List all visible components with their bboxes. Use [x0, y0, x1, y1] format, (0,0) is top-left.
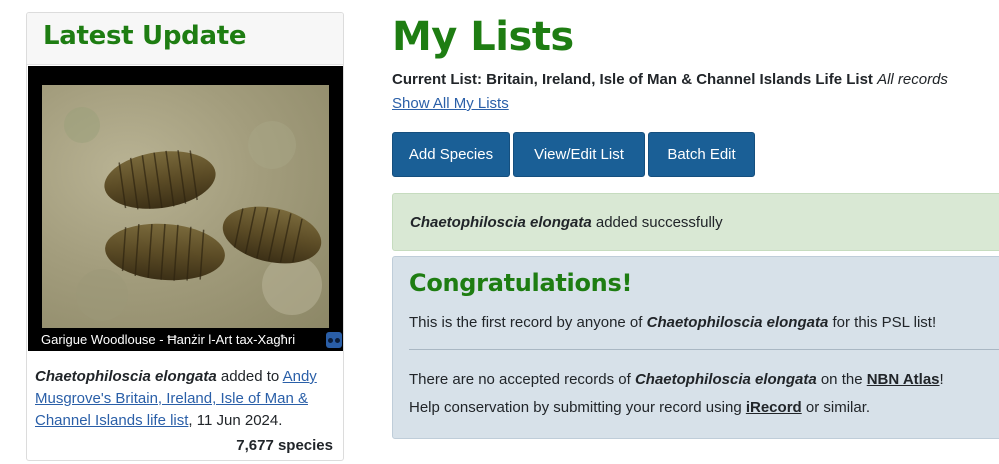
added-to-text: added to — [216, 368, 283, 385]
view-edit-list-button[interactable]: View/Edit List — [513, 132, 645, 177]
nbn-atlas-message: There are no accepted records of Chaetop… — [409, 371, 944, 388]
woodlouse-photo-image — [42, 85, 329, 328]
woodlouse-1 — [104, 150, 216, 210]
alert-text: added successfully — [591, 214, 723, 231]
nbn-mid: on the — [816, 371, 867, 388]
success-alert: Chaetophiloscia elongata added successfu… — [392, 193, 999, 251]
add-species-button[interactable]: Add Species — [392, 132, 510, 177]
latest-update-card: Latest Update Garigue Woodlouse - Ħanżir… — [26, 12, 344, 461]
congratulations-title: Congratulations! — [409, 269, 633, 297]
card-title: Latest Update — [43, 21, 247, 51]
flickr-icon[interactable] — [326, 332, 342, 348]
woodlouse-3 — [222, 206, 322, 264]
alert-species-name: Chaetophiloscia elongata — [410, 214, 592, 231]
species-photo[interactable]: Garigue Woodlouse - Ħanżir l-Art tax-Xag… — [28, 66, 343, 351]
current-list-label: Current List: Britain, Ireland, Isle of … — [392, 71, 873, 88]
irecord-link[interactable]: iRecord — [746, 399, 802, 416]
first-record-suffix: for this PSL list! — [828, 314, 937, 331]
help-prefix: Help conservation by submitting your rec… — [409, 399, 746, 416]
page-title: My Lists — [392, 14, 574, 60]
irecord-message: Help conservation by submitting your rec… — [409, 399, 870, 416]
latest-species-name: Chaetophiloscia elongata — [35, 368, 217, 385]
first-record-prefix: This is the first record by anyone of — [409, 314, 647, 331]
latest-update-text: Chaetophiloscia elongata added to Andy M… — [35, 366, 337, 432]
update-date: , 11 Jun 2024. — [188, 412, 283, 429]
show-all-lists-link[interactable]: Show All My Lists — [392, 95, 509, 112]
current-list-suffix: All records — [877, 71, 948, 88]
nbn-atlas-link[interactable]: NBN Atlas — [867, 371, 940, 388]
woodlouse-2 — [105, 223, 225, 281]
help-suffix: or similar. — [801, 399, 871, 416]
first-record-species: Chaetophiloscia elongata — [646, 314, 829, 331]
panel-divider — [409, 349, 999, 350]
species-count: 7,677 species — [236, 437, 333, 454]
first-record-message: This is the first record by anyone of Ch… — [409, 314, 936, 331]
nbn-prefix: There are no accepted records of — [409, 371, 635, 388]
nbn-suffix: ! — [939, 371, 944, 388]
batch-edit-button[interactable]: Batch Edit — [648, 132, 755, 177]
current-list-info: Current List: Britain, Ireland, Isle of … — [392, 71, 948, 88]
photo-caption: Garigue Woodlouse - Ħanżir l-Art tax-Xag… — [41, 332, 296, 347]
photo-caption-bar: Garigue Woodlouse - Ħanżir l-Art tax-Xag… — [28, 329, 343, 351]
congratulations-panel: Congratulations! This is the first recor… — [392, 256, 999, 439]
card-header: Latest Update — [27, 13, 343, 65]
nbn-species: Chaetophiloscia elongata — [634, 371, 817, 388]
woodlouse-illustration — [64, 107, 322, 321]
main-content: My Lists Current List: Britain, Ireland,… — [392, 0, 999, 464]
